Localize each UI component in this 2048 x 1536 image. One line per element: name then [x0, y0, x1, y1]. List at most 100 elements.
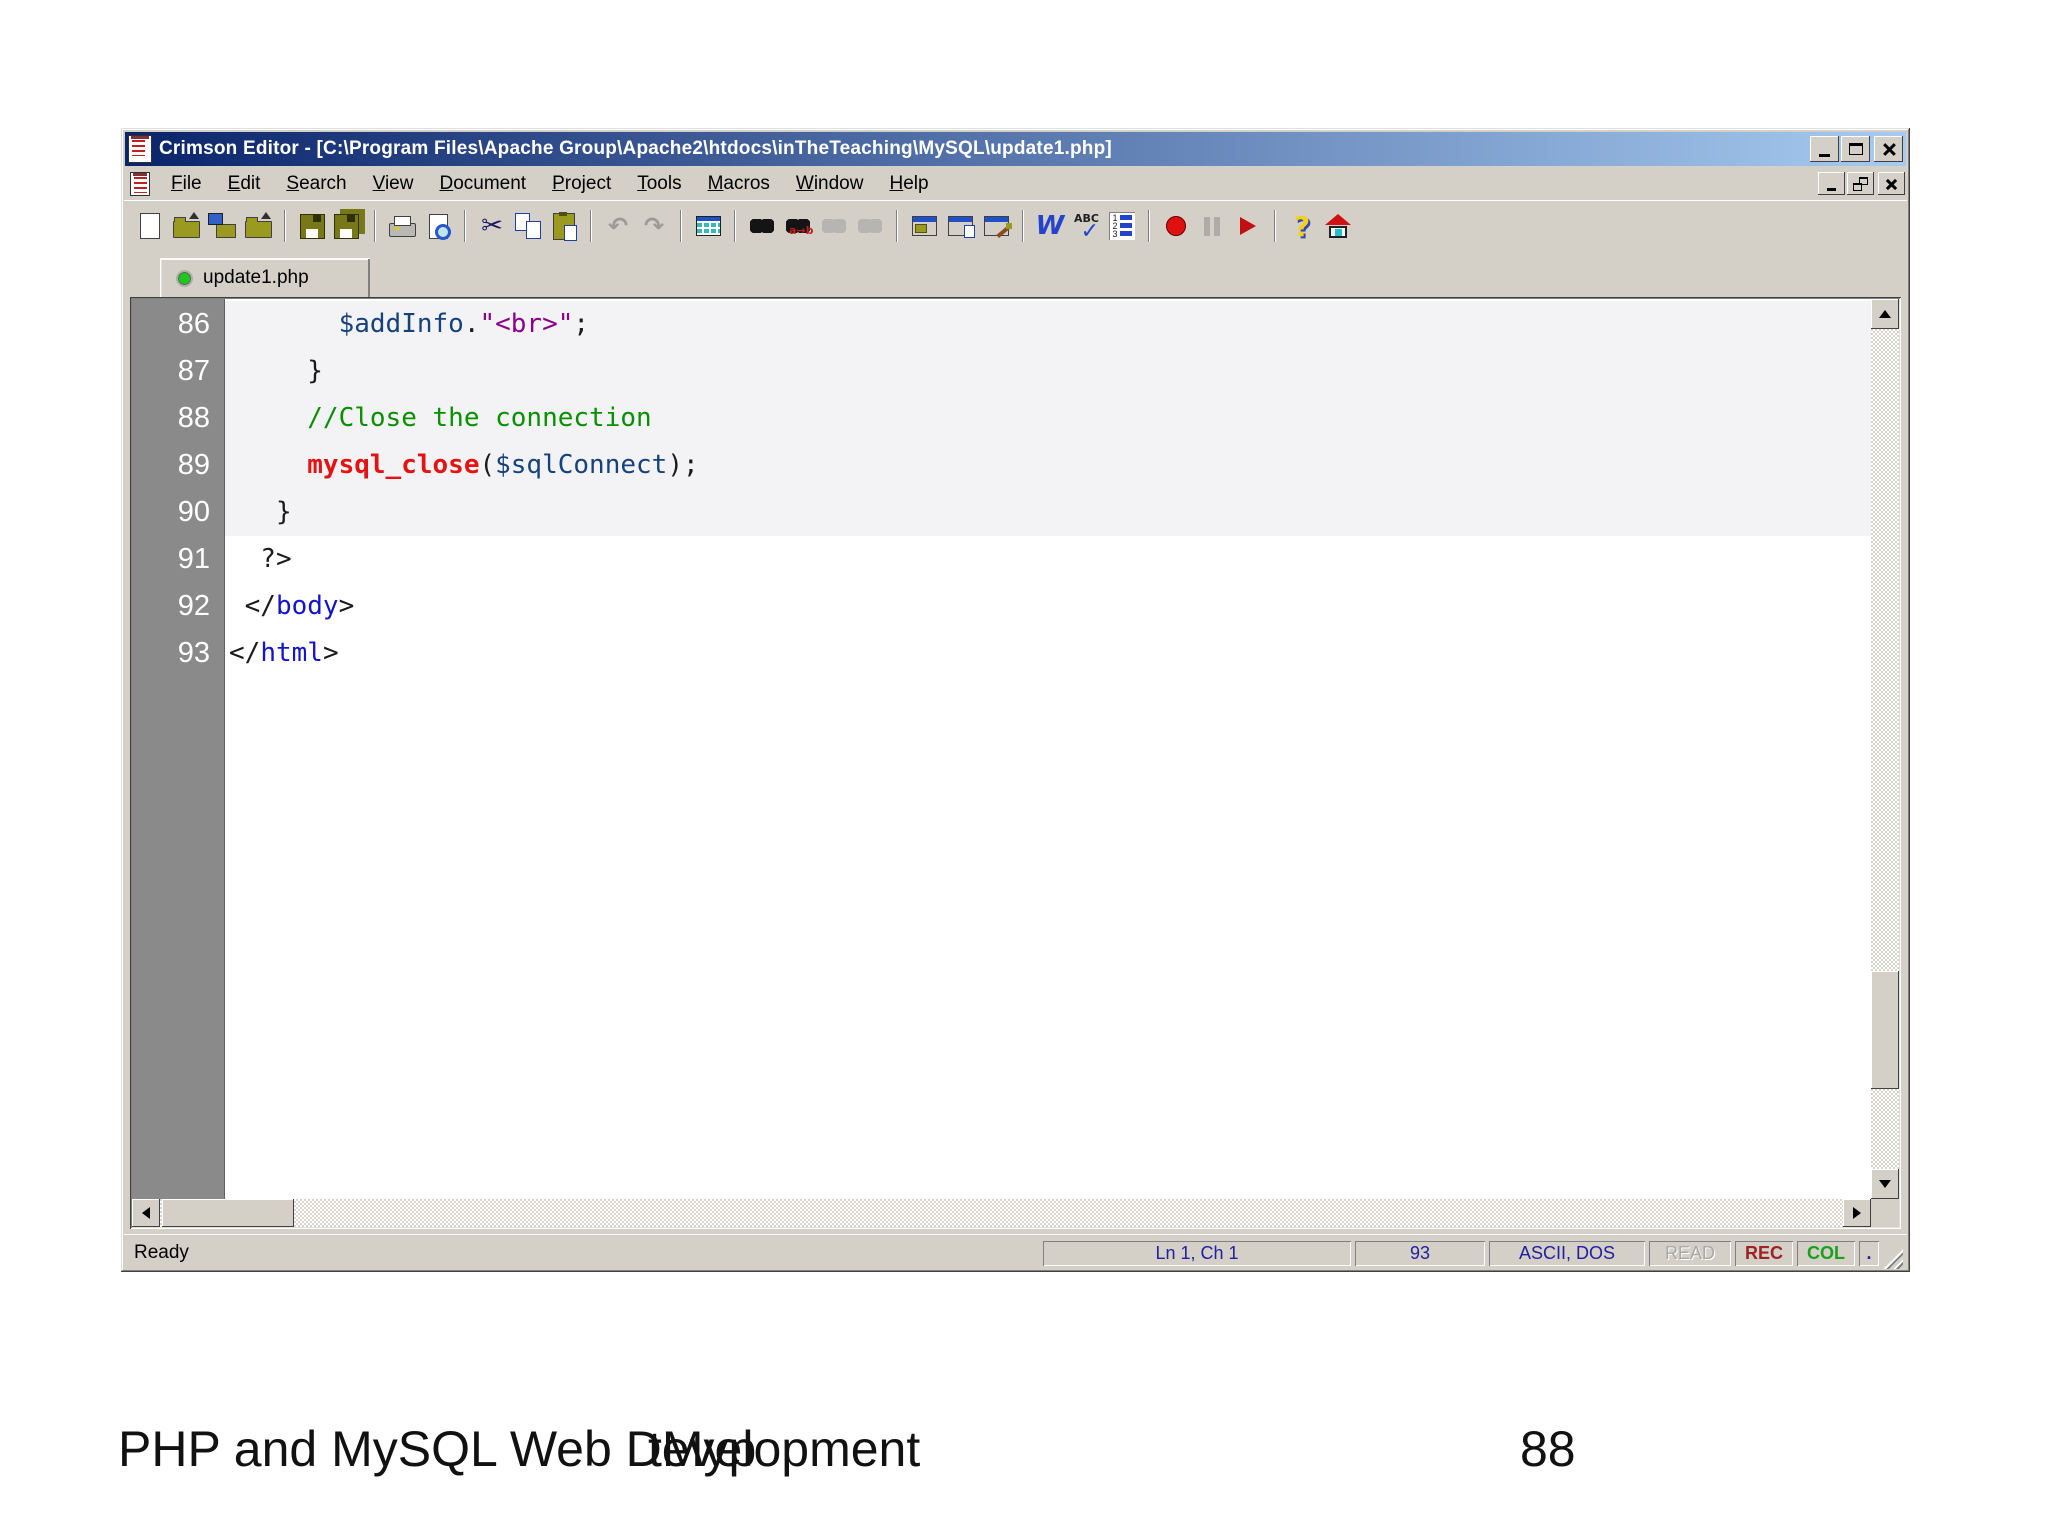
- home-button[interactable]: [1320, 208, 1356, 244]
- save-button[interactable]: [294, 208, 330, 244]
- mdi-minimize-icon: [1827, 187, 1836, 191]
- print-button[interactable]: [384, 208, 420, 244]
- scroll-left-button[interactable]: [132, 1199, 160, 1227]
- undo-button[interactable]: [600, 208, 636, 244]
- maximize-button[interactable]: [1841, 136, 1870, 162]
- help-button[interactable]: [1284, 208, 1320, 244]
- mdi-close-icon: [1885, 178, 1899, 190]
- tab-label: update1.php: [203, 267, 309, 288]
- copy-button[interactable]: [510, 208, 546, 244]
- help-icon: [1294, 210, 1310, 243]
- code-text: mysql_close($sqlConnect);: [225, 442, 1871, 489]
- output-window-button[interactable]: [978, 208, 1014, 244]
- mdi-restore-icon: [1853, 176, 1868, 191]
- line-numbers-button[interactable]: 1 2 3: [1104, 208, 1140, 244]
- copy-icon: [515, 213, 541, 239]
- record-macro-button[interactable]: [1158, 208, 1194, 244]
- menu-item-edit[interactable]: Edit: [215, 170, 274, 198]
- code-line-86[interactable]: 86 $addInfo."<br>";: [132, 301, 1871, 348]
- toolbar: a→b 1 2 3: [124, 200, 1907, 251]
- status-read-flag: READ: [1649, 1241, 1731, 1266]
- horizontal-scrollbar-track[interactable]: [160, 1199, 1843, 1227]
- cut-icon: [481, 211, 503, 241]
- toolbar-separator: [1022, 210, 1024, 242]
- close-file-button[interactable]: [240, 208, 276, 244]
- word-wrap-button[interactable]: [1032, 208, 1068, 244]
- redo-icon: [644, 212, 664, 240]
- code-line-88[interactable]: 88 //Close the connection: [132, 395, 1871, 442]
- open-ftp-button[interactable]: [204, 208, 240, 244]
- clipboard-window-button[interactable]: [942, 208, 978, 244]
- arrow-down-icon: [1879, 1180, 1891, 1188]
- find-button[interactable]: [744, 208, 780, 244]
- insert-table-button[interactable]: [690, 208, 726, 244]
- code-viewport[interactable]: 86 $addInfo."<br>"; 87 } 88 //Close the co…: [132, 299, 1871, 1199]
- title-bar[interactable]: Crimson Editor - [C:\Program Files\Apach…: [125, 132, 1906, 166]
- code-line-90[interactable]: 90 }: [132, 489, 1871, 536]
- new-file-icon: [140, 213, 160, 239]
- scroll-down-button[interactable]: [1871, 1169, 1899, 1199]
- scroll-up-button[interactable]: [1871, 299, 1899, 329]
- arrow-right-icon: [1853, 1207, 1861, 1219]
- menu-item-project[interactable]: Project: [539, 170, 624, 198]
- print-preview-button[interactable]: [420, 208, 456, 244]
- crimson-editor-window: Crimson Editor - [C:\Program Files\Apach…: [121, 128, 1910, 1272]
- code-lines: 86 $addInfo."<br>"; 87 } 88 //Close the co…: [132, 301, 1871, 677]
- minimize-icon: [1819, 154, 1830, 157]
- close-file-icon: [243, 212, 273, 240]
- menu-item-help[interactable]: Help: [876, 170, 941, 198]
- paste-button[interactable]: [546, 208, 582, 244]
- code-line-87[interactable]: 87 }: [132, 348, 1871, 395]
- status-col-flag: COL: [1797, 1241, 1855, 1266]
- code-line-93[interactable]: 93 </html>: [132, 630, 1871, 677]
- scrollbar-corner: [1871, 1199, 1899, 1227]
- code-line-89[interactable]: 89 mysql_close($sqlConnect);: [132, 442, 1871, 489]
- close-button[interactable]: [1874, 136, 1903, 162]
- toolbar-separator: [1274, 210, 1276, 242]
- menu-item-tools[interactable]: Tools: [624, 170, 694, 198]
- code-text: ?>: [229, 544, 292, 574]
- mdi-restore-button[interactable]: [1847, 172, 1874, 195]
- replace-button[interactable]: a→b: [780, 208, 816, 244]
- line-number: 91: [177, 543, 210, 575]
- tab-update1-php[interactable]: update1.php: [160, 258, 370, 297]
- horizontal-scrollbar: [132, 1199, 1871, 1227]
- spell-check-button[interactable]: [1068, 208, 1104, 244]
- cut-button[interactable]: [474, 208, 510, 244]
- vertical-scrollbar-thumb[interactable]: [1871, 971, 1899, 1089]
- status-cursor-position: Ln 1, Ch 1: [1043, 1241, 1351, 1266]
- open-file-button[interactable]: [168, 208, 204, 244]
- menu-item-macros[interactable]: Macros: [695, 170, 783, 198]
- find-prev-button[interactable]: [852, 208, 888, 244]
- replace-icon: a→b: [786, 219, 814, 236]
- play-macro-button[interactable]: [1230, 208, 1266, 244]
- code-line-91[interactable]: 91 ?>: [132, 536, 1871, 583]
- save-all-button[interactable]: [330, 208, 366, 244]
- horizontal-scrollbar-thumb[interactable]: [162, 1199, 294, 1227]
- minimize-button[interactable]: [1810, 136, 1839, 162]
- line-numbers-icon: 1 2 3: [1109, 212, 1135, 240]
- menu-item-window[interactable]: Window: [783, 170, 877, 198]
- menu-item-view[interactable]: View: [360, 170, 427, 198]
- resize-grip[interactable]: [1881, 1247, 1903, 1269]
- close-icon: [1882, 143, 1896, 155]
- file-window-button[interactable]: [906, 208, 942, 244]
- mdi-minimize-button[interactable]: [1818, 172, 1845, 195]
- menu-item-file[interactable]: File: [158, 170, 215, 198]
- tab-bar: update1.php: [124, 251, 1907, 297]
- code-line-92[interactable]: 92 </body>: [132, 583, 1871, 630]
- code-text: </body>: [229, 591, 355, 621]
- pause-macro-icon: [1204, 216, 1220, 236]
- pause-macro-button[interactable]: [1194, 208, 1230, 244]
- mdi-close-button[interactable]: [1878, 172, 1905, 195]
- redo-button[interactable]: [636, 208, 672, 244]
- find-next-button[interactable]: [816, 208, 852, 244]
- menu-item-document[interactable]: Document: [426, 170, 539, 198]
- scroll-right-button[interactable]: [1843, 1199, 1871, 1227]
- new-file-button[interactable]: [132, 208, 168, 244]
- home-icon: [1325, 214, 1351, 238]
- toolbar-separator: [590, 210, 592, 242]
- menu-item-search[interactable]: Search: [273, 170, 359, 198]
- open-ftp-icon: [207, 212, 237, 240]
- toolbar-separator: [284, 210, 286, 242]
